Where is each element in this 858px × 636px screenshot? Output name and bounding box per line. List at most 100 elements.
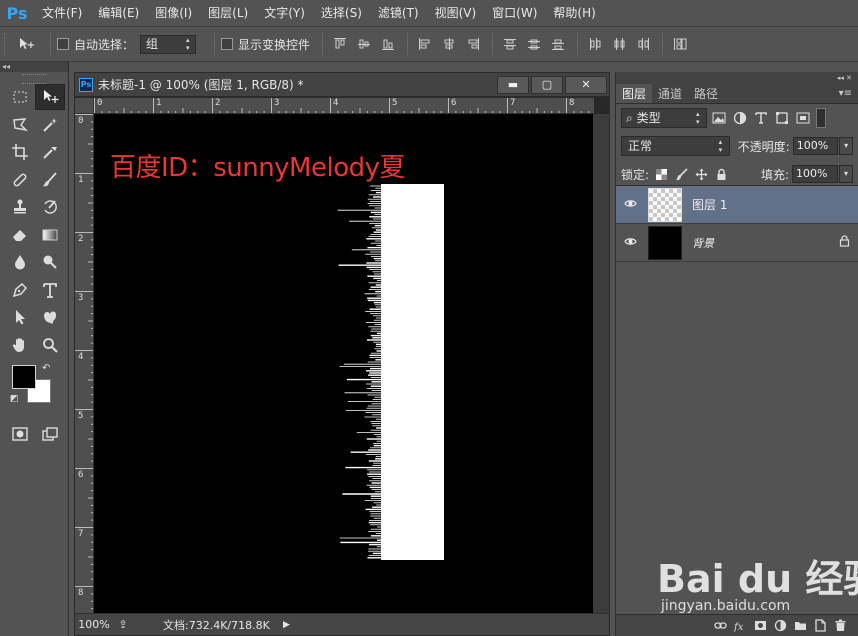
filter-toggle-switch[interactable] xyxy=(816,108,826,128)
lock-transparent-pixels-button[interactable] xyxy=(651,165,671,183)
align-horizontal-centers-button[interactable] xyxy=(438,33,460,55)
crop-tool[interactable] xyxy=(5,139,35,165)
hand-tool[interactable] xyxy=(5,332,35,358)
panel-menu-icon[interactable]: ▾≡ xyxy=(839,84,858,103)
lock-all-button[interactable] xyxy=(711,165,731,183)
layer-visibility-toggle[interactable] xyxy=(616,197,644,213)
layer-style-button[interactable]: fx xyxy=(730,619,750,632)
menu-layer[interactable]: 图层(L) xyxy=(200,0,256,26)
path-selection-tool[interactable] xyxy=(5,304,35,330)
document-title-bar[interactable]: Ps 未标题-1 @ 100% (图层 1, RGB/8) * ▬ ▢ ✕ xyxy=(75,73,609,97)
menu-edit[interactable]: 编辑(E) xyxy=(90,0,147,26)
menu-image[interactable]: 图像(I) xyxy=(147,0,200,26)
layer-row-layer1[interactable]: 图层 1 xyxy=(616,186,858,224)
zoom-tool[interactable] xyxy=(35,332,65,358)
vertical-ruler[interactable]: 0 1 2 3 4 5 6 7 8 xyxy=(75,114,94,613)
healing-brush-tool[interactable] xyxy=(5,167,35,193)
new-layer-button[interactable] xyxy=(810,619,830,632)
filter-type-button[interactable] xyxy=(752,109,770,127)
pen-tool[interactable] xyxy=(5,277,35,303)
distribute-top-button[interactable] xyxy=(499,33,521,55)
tools-collapse-icon[interactable]: ◂◂ xyxy=(0,62,68,72)
new-group-button[interactable] xyxy=(790,619,810,632)
auto-select-checkbox[interactable] xyxy=(57,38,69,50)
panel-collapse-icon[interactable]: ◂◂ ✕ xyxy=(616,72,858,84)
eraser-tool[interactable] xyxy=(5,222,35,248)
align-vertical-centers-button[interactable] xyxy=(353,33,375,55)
custom-shape-tool[interactable] xyxy=(35,304,65,330)
swap-colors-icon[interactable]: ↶ xyxy=(42,363,50,374)
clone-stamp-tool[interactable] xyxy=(5,194,35,220)
image-canvas[interactable]: 百度ID：sunnyMelody夏 xyxy=(94,114,594,613)
menu-help[interactable]: 帮助(H) xyxy=(545,0,603,26)
fill-dropdown-icon[interactable]: ▾ xyxy=(839,165,853,183)
dodge-tool[interactable] xyxy=(35,249,65,275)
horizontal-ruler[interactable]: 0 1 2 3 4 5 6 7 8 xyxy=(94,98,594,114)
minimize-button[interactable]: ▬ xyxy=(497,75,529,94)
magic-wand-tool[interactable] xyxy=(35,112,65,138)
maximize-button[interactable]: ▢ xyxy=(531,75,563,94)
brush-tool[interactable] xyxy=(35,167,65,193)
align-right-edges-button[interactable] xyxy=(462,33,484,55)
align-bottom-edges-button[interactable] xyxy=(377,33,399,55)
tools-grip[interactable] xyxy=(22,74,46,84)
filter-smart-object-button[interactable] xyxy=(794,109,812,127)
new-adjustment-button[interactable] xyxy=(770,619,790,632)
menu-window[interactable]: 窗口(W) xyxy=(484,0,545,26)
move-tool-preset-picker[interactable] xyxy=(10,33,44,55)
history-brush-tool[interactable] xyxy=(35,194,65,220)
menu-select[interactable]: 选择(S) xyxy=(313,0,370,26)
lock-image-pixels-button[interactable] xyxy=(671,165,691,183)
layer-name[interactable]: 图层 1 xyxy=(692,196,858,213)
type-tool[interactable] xyxy=(35,277,65,303)
distribute-left-button[interactable] xyxy=(584,33,606,55)
filter-type-dropdown[interactable]: ⌕ 类型 xyxy=(621,108,707,128)
tab-paths[interactable]: 路径 xyxy=(688,84,724,103)
ruler-origin[interactable] xyxy=(75,98,94,114)
fill-input[interactable]: 100% xyxy=(792,165,838,183)
screen-mode-button[interactable] xyxy=(35,421,65,447)
layer-row-background[interactable]: 背景 xyxy=(616,224,858,262)
rectangular-marquee-tool[interactable] xyxy=(5,84,35,110)
menu-type[interactable]: 文字(Y) xyxy=(256,0,313,26)
align-top-edges-button[interactable] xyxy=(329,33,351,55)
filter-pixel-button[interactable] xyxy=(710,109,728,127)
move-tool[interactable] xyxy=(35,84,65,110)
show-transform-checkbox[interactable] xyxy=(221,38,234,50)
blend-mode-dropdown[interactable]: 正常 xyxy=(621,136,730,156)
menu-filter[interactable]: 滤镜(T) xyxy=(370,0,427,26)
distribute-vcenter-button[interactable] xyxy=(523,33,545,55)
lasso-tool[interactable] xyxy=(5,112,35,138)
layer-visibility-toggle[interactable] xyxy=(616,235,644,251)
align-left-edges-button[interactable] xyxy=(414,33,436,55)
menu-view[interactable]: 视图(V) xyxy=(427,0,485,26)
lock-position-button[interactable] xyxy=(691,165,711,183)
foreground-color-swatch[interactable] xyxy=(12,365,36,389)
opacity-dropdown-icon[interactable]: ▾ xyxy=(839,137,853,155)
tab-channels[interactable]: 通道 xyxy=(652,84,688,103)
filter-shape-button[interactable] xyxy=(773,109,791,127)
eyedropper-tool[interactable] xyxy=(35,139,65,165)
close-button[interactable]: ✕ xyxy=(565,75,607,94)
distribute-bottom-button[interactable] xyxy=(547,33,569,55)
add-mask-button[interactable] xyxy=(750,619,770,632)
layer-name[interactable]: 背景 xyxy=(692,235,830,251)
tab-layers[interactable]: 图层 xyxy=(616,84,653,103)
share-icon[interactable]: ⇪ xyxy=(113,618,133,631)
delete-layer-button[interactable] xyxy=(830,619,850,632)
default-colors-icon[interactable]: ◩ xyxy=(10,394,19,404)
auto-select-dropdown[interactable]: 组 xyxy=(140,34,197,54)
zoom-level[interactable]: 100% xyxy=(75,618,113,631)
gradient-tool[interactable] xyxy=(35,222,65,248)
menu-file[interactable]: 文件(F) xyxy=(34,0,90,26)
status-menu-arrow-icon[interactable]: ▶ xyxy=(283,620,290,630)
blur-tool[interactable] xyxy=(5,249,35,275)
auto-align-layers-button[interactable] xyxy=(669,33,691,55)
distribute-hcenter-button[interactable] xyxy=(608,33,630,55)
vertical-scrollbar[interactable] xyxy=(593,114,609,613)
link-layers-button[interactable] xyxy=(710,619,730,632)
opacity-input[interactable]: 100% xyxy=(792,137,839,155)
distribute-right-button[interactable] xyxy=(632,33,654,55)
filter-adjustment-button[interactable] xyxy=(731,109,749,127)
quick-mask-button[interactable] xyxy=(5,421,35,447)
